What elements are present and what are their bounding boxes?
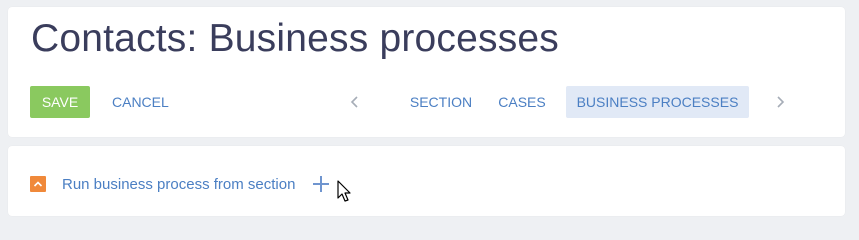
chevron-up-icon[interactable] (30, 176, 46, 192)
page-title: Contacts: Business processes (31, 17, 560, 60)
business-processes-panel: Run business process from section (8, 146, 845, 216)
mouse-cursor-icon (337, 180, 351, 202)
run-business-process-label[interactable]: Run business process from section (62, 176, 295, 193)
chevron-left-icon[interactable] (346, 93, 364, 111)
tab-section[interactable]: SECTION (391, 86, 491, 118)
page-header-card: Contacts: Business processes SAVE CANCEL… (8, 7, 845, 137)
tab-cases[interactable]: CASES (490, 86, 554, 118)
business-process-group-header: Run business process from section (30, 174, 330, 194)
plus-icon[interactable] (313, 176, 330, 192)
chevron-right-icon[interactable] (771, 93, 789, 111)
save-button[interactable]: SAVE (30, 86, 90, 118)
cancel-button[interactable]: CANCEL (104, 86, 177, 118)
tab-business-processes[interactable]: BUSINESS PROCESSES (566, 86, 749, 118)
